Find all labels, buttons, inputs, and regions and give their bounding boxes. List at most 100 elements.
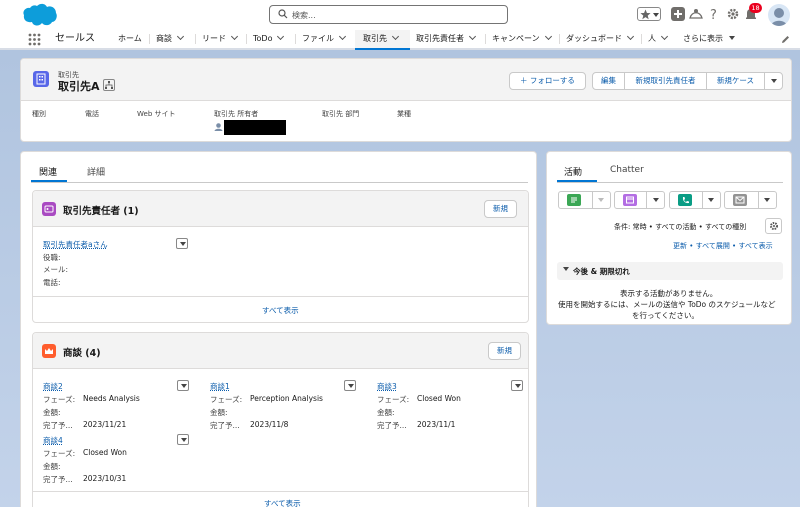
svg-text:?: ? — [710, 8, 717, 21]
contact-row-menu-button[interactable] — [176, 238, 188, 249]
contacts-card-title: 取引先責任者 (1) — [63, 206, 139, 217]
gear-icon[interactable] — [726, 7, 740, 21]
new-contact-button[interactable]: 新規取引先責任者 — [624, 72, 707, 90]
chevron-down-icon[interactable] — [660, 32, 669, 41]
chevron-down-icon[interactable] — [338, 32, 347, 41]
close-date-value: 2023/10/31 — [83, 474, 127, 483]
global-actions-plus-icon[interactable] — [671, 7, 685, 21]
search-icon — [278, 9, 288, 19]
new-case-button[interactable]: 新規ケース — [706, 72, 765, 90]
record-header: 取引先 取引先A ＋ フォローする 編集 新規取引先責任者 新規ケース 種別 電… — [20, 58, 792, 142]
opportunity-row-menu-button[interactable] — [177, 380, 189, 391]
refresh-link[interactable]: 更新 — [673, 242, 687, 250]
send-email-button[interactable] — [724, 191, 777, 209]
salesforce-logo[interactable] — [22, 3, 58, 28]
new-task-button[interactable] — [558, 191, 611, 209]
activity-filter-text: 条件: 常時 • すべての活動 • すべての種別 — [614, 223, 747, 231]
field-division-label: 取引先 部門 — [322, 110, 360, 118]
activity-filter-button[interactable] — [765, 218, 782, 234]
opportunity-row-menu-button[interactable] — [177, 434, 189, 445]
app-launcher-icon[interactable] — [28, 33, 41, 46]
field-industry-label: 業種 — [397, 110, 411, 118]
contact-card-icon — [44, 205, 54, 213]
upcoming-section-header[interactable]: 今後 & 期限切れ — [557, 262, 783, 280]
phase-label: フェーズ: — [43, 395, 76, 404]
chevron-down-icon[interactable] — [277, 32, 285, 41]
caret-down-icon — [729, 36, 735, 40]
star-icon — [640, 9, 651, 20]
hierarchy-button[interactable] — [103, 79, 115, 91]
opportunity-name-link[interactable]: 商談3 — [377, 381, 397, 392]
caret-down-icon — [598, 198, 604, 202]
nav-item-contacts[interactable]: 取引先責任者 — [416, 30, 477, 48]
contact-name-link[interactable]: 取引先責任者aさん — [43, 239, 108, 250]
edit-nav-pencil-icon[interactable] — [781, 35, 790, 44]
phase-label: フェーズ: — [377, 395, 410, 404]
favorites-button[interactable] — [637, 7, 661, 21]
opportunity-icon — [42, 344, 56, 358]
chevron-down-icon[interactable] — [176, 32, 185, 41]
new-opportunity-button[interactable]: 新規 — [488, 342, 521, 360]
tab-detail[interactable]: 詳細 — [87, 165, 105, 178]
opportunities-related-card: 商談 (4) 新規 商談2 フェーズ: Needs Analysis 金額: 完… — [32, 332, 529, 507]
chevron-down-icon — [653, 13, 659, 17]
app-navigation-bar: セールス ホーム 商談 リード ToDo ファイル 取引先 取引先責任者 キャン… — [0, 30, 800, 50]
new-event-button[interactable] — [614, 191, 665, 209]
phase-label: フェーズ: — [43, 449, 76, 458]
close-date-label: 完了予... — [43, 475, 73, 484]
nav-item-home[interactable]: ホーム — [118, 30, 142, 48]
more-actions-button[interactable] — [764, 72, 783, 90]
expand-all-link[interactable]: すべて展開 — [696, 242, 730, 250]
field-phone-label: 電話 — [85, 110, 99, 118]
chevron-down-icon[interactable] — [391, 32, 400, 41]
follow-button[interactable]: ＋ フォローする — [509, 72, 586, 90]
chevron-down-icon[interactable] — [544, 32, 552, 41]
gear-icon — [770, 222, 778, 230]
opportunity-row-menu-button[interactable] — [344, 380, 356, 391]
app-name: セールス — [55, 33, 95, 44]
amount-label: 金額: — [43, 462, 61, 471]
tab-activity[interactable]: 活動 — [564, 165, 582, 178]
opportunities-card-title: 商談 (4) — [63, 348, 101, 359]
close-date-value: 2023/11/21 — [83, 420, 127, 429]
empty-activity-line2: 使用を開始するには、メールの送信や ToDo のスケジュールなど — [558, 300, 776, 309]
crown-icon — [45, 348, 53, 354]
log-call-button[interactable] — [669, 191, 721, 209]
close-date-label: 完了予... — [210, 421, 240, 430]
nav-item-leads[interactable]: リード — [202, 30, 239, 48]
nav-item-campaigns[interactable]: キャンペーン — [492, 30, 552, 48]
close-date-value: 2023/11/1 — [417, 420, 456, 429]
opportunities-view-all-link[interactable]: すべて表示 — [264, 498, 301, 507]
nav-item-dashboards[interactable]: ダッシュボード — [566, 30, 635, 48]
tab-chatter[interactable]: Chatter — [610, 165, 644, 175]
account-object-icon — [33, 71, 49, 87]
contacts-view-all-link[interactable]: すべて表示 — [262, 305, 299, 316]
task-icon — [567, 194, 581, 206]
caret-down-icon — [653, 198, 659, 202]
new-contact-card-button[interactable]: 新規 — [484, 200, 517, 218]
show-all-link[interactable]: すべて表示 — [738, 242, 772, 250]
nav-item-todo[interactable]: ToDo — [253, 30, 285, 48]
tab-related[interactable]: 関連 — [39, 165, 57, 178]
trailhead-icon[interactable] — [689, 7, 703, 21]
opportunity-row-menu-button[interactable] — [511, 380, 523, 391]
opportunity-name-link[interactable]: 商談4 — [43, 435, 63, 446]
chevron-down-icon[interactable] — [626, 32, 635, 41]
owner-name-redacted[interactable] — [224, 120, 286, 135]
chevron-down-icon[interactable] — [230, 32, 239, 41]
close-date-label: 完了予... — [43, 421, 73, 430]
opportunity-name-link[interactable]: 商談2 — [43, 381, 63, 392]
nav-item-opportunities[interactable]: 商談 — [156, 30, 185, 48]
nav-item-people[interactable]: 人 — [648, 30, 669, 48]
nav-item-more[interactable]: さらに表示 — [683, 30, 735, 48]
chevron-down-icon[interactable] — [468, 32, 477, 41]
phase-value: Perception Analysis — [250, 394, 323, 403]
nav-item-accounts[interactable]: 取引先 — [355, 30, 410, 50]
related-panel: 関連 詳細 取引先責任者 (1) 新規 取引先責任者aさん 役職: メール: 電… — [20, 151, 537, 507]
nav-item-files[interactable]: ファイル — [302, 30, 347, 48]
opportunity-name-link[interactable]: 商談1 — [210, 381, 230, 392]
user-avatar[interactable] — [768, 4, 790, 26]
edit-button[interactable]: 編集 — [592, 72, 625, 90]
global-search-input[interactable]: 検索... — [269, 5, 508, 24]
help-icon[interactable]: ? — [707, 7, 721, 21]
